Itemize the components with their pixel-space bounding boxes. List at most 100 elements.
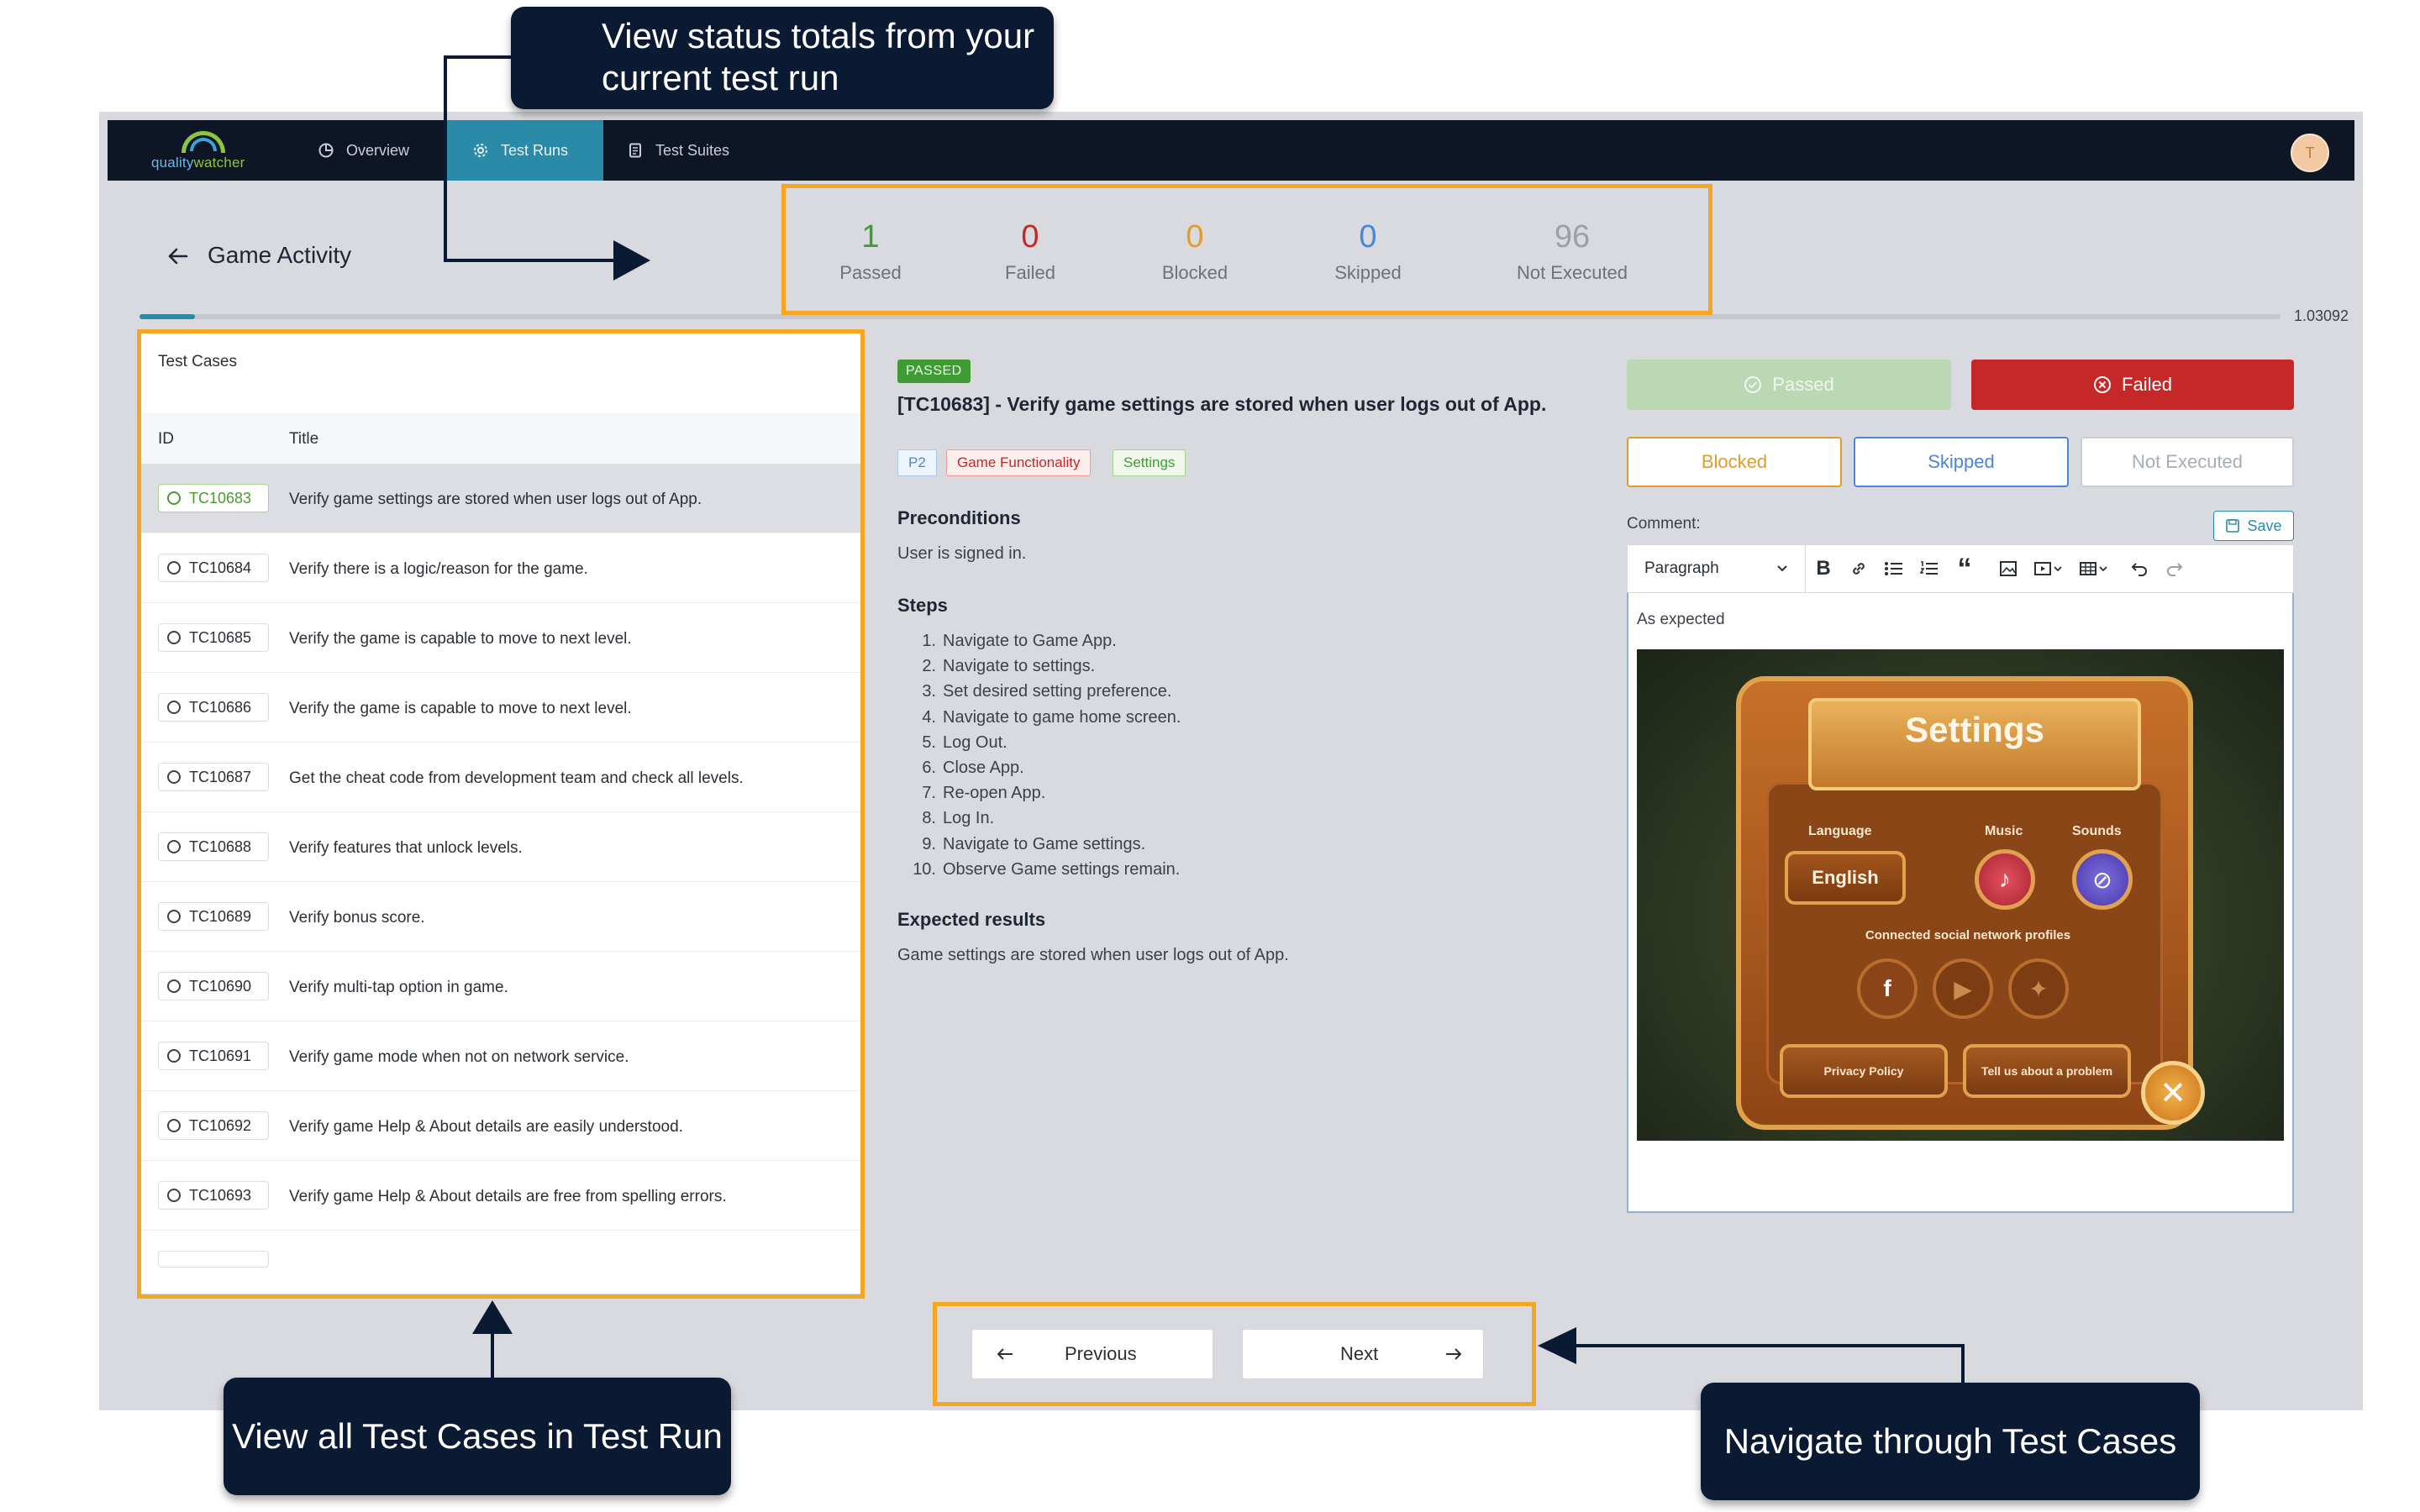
step-item: 1. Navigate to Game App. [911, 628, 1181, 654]
save-button-label: Save [2247, 517, 2282, 534]
arrow-left-icon [1538, 1327, 1576, 1364]
tag-priority: P2 [897, 449, 937, 476]
progress-fill [139, 314, 195, 319]
connector-line [444, 55, 514, 59]
blocked-button[interactable]: Blocked [1627, 437, 1842, 487]
comment-label: Comment: [1627, 515, 1701, 533]
game-privacy-button: Privacy Policy [1780, 1044, 1948, 1098]
nav-test-suites-label: Test Suites [655, 141, 730, 159]
link-icon[interactable] [1841, 544, 1876, 593]
tag-settings: Settings [1113, 449, 1186, 476]
save-button[interactable]: Save [2213, 511, 2294, 541]
undo-icon[interactable] [2122, 544, 2157, 593]
avatar-initial: T [2305, 144, 2315, 161]
back-arrow-icon[interactable] [165, 244, 190, 269]
quote-icon[interactable]: “ [1947, 544, 1982, 593]
not-executed-button[interactable]: Not Executed [2081, 437, 2294, 487]
check-circle-icon [1744, 376, 1762, 393]
document-icon [629, 143, 641, 158]
highlight-status-totals [781, 184, 1712, 315]
failed-button-label: Failed [2122, 374, 2172, 395]
nav-test-suites[interactable]: Test Suites [602, 120, 755, 181]
image-icon[interactable] [1991, 544, 2026, 593]
failed-button[interactable]: Failed [1971, 360, 2294, 410]
user-avatar[interactable]: T [2291, 134, 2329, 172]
step-number: 7. [922, 784, 936, 803]
step-item: 3. Set desired setting preference. [911, 679, 1181, 704]
connector-line [444, 259, 617, 262]
connector-line [491, 1329, 494, 1383]
bulleted-list-icon[interactable] [1876, 544, 1912, 593]
table-icon[interactable] [2071, 544, 2117, 593]
step-item: 10. Observe Game settings remain. [911, 857, 1181, 882]
status-badge: PASSED [897, 360, 971, 383]
step-item: 8. Log In. [911, 806, 1181, 831]
step-text: Re-open App. [943, 784, 1046, 803]
step-number: 1. [922, 632, 936, 650]
save-icon [2226, 519, 2240, 533]
editor-toolbar: Paragraph B “ [1627, 544, 2294, 593]
arrow-up-icon [472, 1300, 513, 1334]
logo[interactable]: qualitywatcher [148, 126, 257, 176]
redo-icon[interactable] [2157, 544, 2192, 593]
chevron-down-icon [1777, 565, 1787, 572]
step-item: 9. Navigate to Game settings. [911, 832, 1181, 857]
highlight-navigation [933, 1302, 1536, 1406]
step-number: 6. [922, 759, 936, 778]
step-number: 10. [913, 859, 936, 879]
nav-overview[interactable]: Overview [292, 120, 434, 181]
callout-status-totals-text: View status totals from your current tes… [602, 16, 1035, 97]
step-number: 3. [922, 682, 936, 701]
nav-test-runs[interactable]: Test Runs [447, 120, 603, 181]
passed-button-label: Passed [1772, 374, 1834, 395]
comment-text: As expected [1637, 611, 1725, 628]
format-select[interactable]: Paragraph [1628, 545, 1806, 592]
nav-test-runs-label: Test Runs [501, 141, 569, 159]
step-text: Navigate to Game settings. [943, 834, 1146, 853]
preconditions-heading: Preconditions [897, 507, 1021, 528]
step-text: Observe Game settings remain. [943, 859, 1181, 879]
media-embed-icon[interactable] [2026, 544, 2071, 593]
arrow-right-icon [613, 240, 650, 281]
gear-icon [474, 144, 487, 157]
step-text: Navigate to settings. [943, 657, 1096, 676]
step-text: Set desired setting preference. [943, 682, 1172, 701]
connector-line [444, 55, 447, 260]
step-item: 7. Re-open App. [911, 780, 1181, 806]
skipped-button[interactable]: Skipped [1854, 437, 2069, 487]
step-text: Close App. [943, 759, 1024, 778]
page-title: Game Activity [208, 242, 352, 268]
game-language-value: English [1785, 851, 1906, 905]
expected-heading: Expected results [897, 909, 1046, 930]
game-language-label: Language [1808, 824, 1872, 838]
logo-text: qualitywatcher [151, 155, 245, 171]
x-circle-icon [2094, 376, 2112, 393]
step-text: Log In. [943, 809, 995, 828]
steps-heading: Steps [897, 595, 948, 616]
game-social-label: Connected social network profiles [1865, 928, 2071, 942]
step-text: Navigate to game home screen. [943, 707, 1181, 727]
game-title: Settings [1905, 710, 2044, 749]
tag-game-functionality: Game Functionality [946, 449, 1092, 476]
step-item: 2. Navigate to settings. [911, 654, 1181, 679]
game-music-label: Music [1985, 824, 2023, 838]
connector-line [1961, 1344, 1965, 1383]
callout-test-cases: View all Test Cases in Test Run [224, 1378, 731, 1495]
game-settings-screenshot: Settings Language Music Sounds English ♪… [1637, 649, 2284, 1141]
step-item: 5. Log Out. [911, 730, 1181, 755]
game-problem-button: Tell us about a problem [1963, 1044, 2131, 1098]
connector-line [1573, 1344, 1965, 1347]
step-text: Navigate to Game App. [943, 632, 1117, 650]
callout-status-totals: View status totals from your current tes… [511, 7, 1054, 109]
numbered-list-icon[interactable] [1912, 544, 1947, 593]
step-number: 8. [922, 809, 936, 828]
passed-button[interactable]: Passed [1627, 360, 1951, 410]
step-number: 5. [922, 732, 936, 752]
steps-list: 1. Navigate to Game App. 2. Navigate to set… [911, 628, 1181, 882]
facebook-icon: f [1857, 958, 1918, 1019]
bold-icon[interactable]: B [1806, 544, 1841, 593]
nav-overview-label: Overview [346, 141, 410, 159]
step-item: 4. Navigate to game home screen. [911, 705, 1181, 730]
case-title: [TC10683] - Verify game settings are sto… [897, 393, 1547, 415]
sound-muted-icon: ⊘ [2072, 849, 2133, 910]
